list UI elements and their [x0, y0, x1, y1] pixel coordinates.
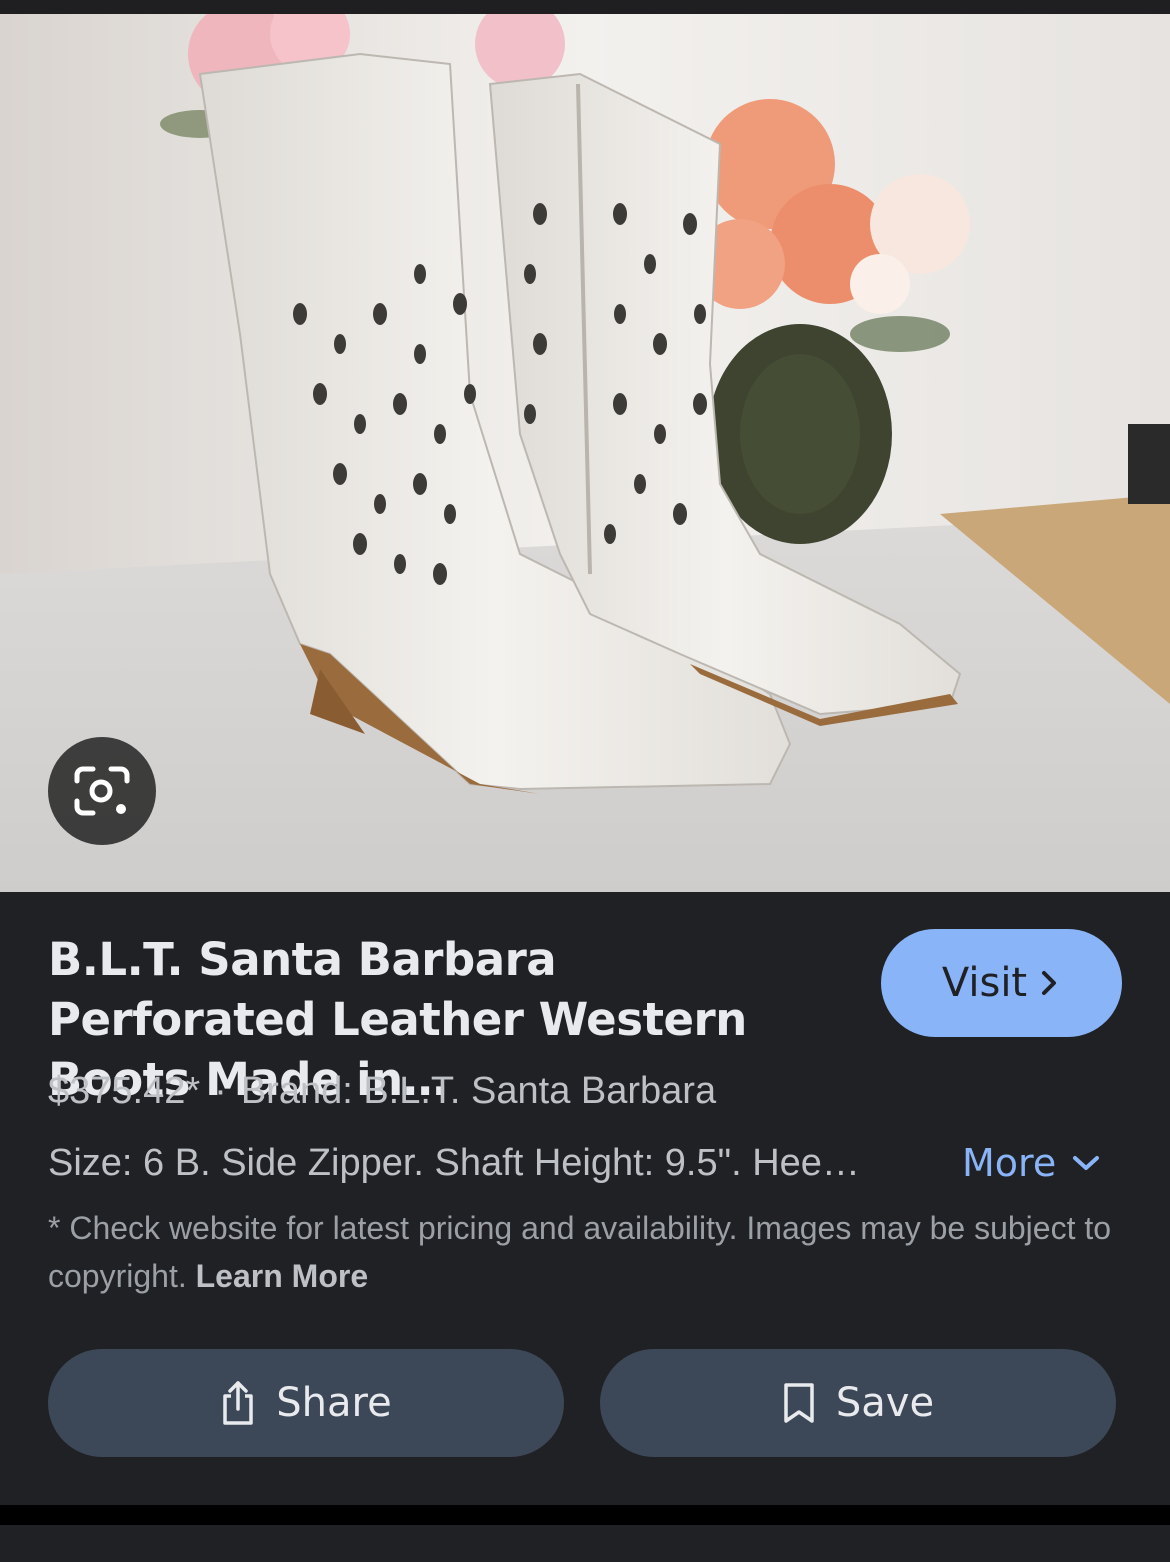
product-info-panel: B.L.T. Santa Barbara Perforated Leather … [0, 892, 1170, 1505]
disclaimer: * Check website for latest pricing and a… [48, 1204, 1118, 1300]
learn-more-link[interactable]: Learn More [196, 1258, 368, 1294]
google-lens-icon [74, 766, 130, 816]
save-button-label: Save [835, 1380, 935, 1426]
visit-button-label: Visit [941, 960, 1028, 1006]
boots-photo [0, 14, 1170, 892]
bookmark-icon [784, 1383, 814, 1423]
price: $375.42* [48, 1070, 201, 1112]
status-bar-strip [0, 0, 1170, 14]
share-button[interactable]: Share [48, 1349, 564, 1457]
more-label: More [962, 1141, 1057, 1185]
separator: · [214, 1070, 227, 1112]
chevron-right-icon [1042, 971, 1057, 995]
lens-search-button[interactable] [48, 737, 156, 845]
share-icon [223, 1381, 254, 1425]
description-row: Size: 6 B. Side Zipper. Shaft Height: 9.… [48, 1138, 1128, 1188]
more-link[interactable]: More [962, 1138, 1102, 1188]
visit-button[interactable]: Visit [881, 929, 1122, 1037]
save-button[interactable]: Save [600, 1349, 1116, 1457]
chevron-down-icon [1073, 1156, 1100, 1170]
price-brand-row: $375.42* · Brand: B.L.T. Santa Barbara [48, 1066, 716, 1116]
bottom-divider [0, 1505, 1170, 1525]
share-button-label: Share [276, 1380, 392, 1426]
brand: Brand: B.L.T. Santa Barbara [240, 1070, 717, 1112]
product-image[interactable] [0, 14, 1170, 892]
description: Size: 6 B. Side Zipper. Shaft Height: 9.… [48, 1142, 860, 1184]
bottom-area [0, 1525, 1170, 1562]
